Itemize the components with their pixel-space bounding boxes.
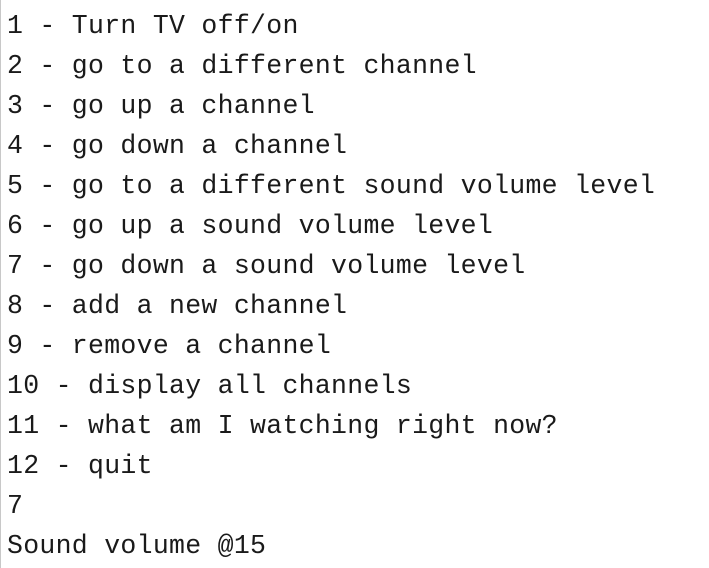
menu-option-5: 5 - go to a different sound volume level bbox=[7, 171, 656, 201]
menu-option-11: 11 - what am I watching right now? bbox=[7, 411, 558, 441]
menu-option-3: 3 - go up a channel bbox=[7, 91, 315, 121]
menu-option-4: 4 - go down a channel bbox=[7, 131, 348, 161]
menu-option-2: 2 - go to a different channel bbox=[7, 51, 477, 81]
menu-option-10: 10 - display all channels bbox=[7, 371, 413, 401]
console-output[interactable]: 1 - Turn TV off/on 2 - go to a different… bbox=[0, 0, 709, 568]
user-input-line: 7 bbox=[7, 491, 24, 521]
menu-option-6: 6 - go up a sound volume level bbox=[7, 211, 494, 241]
console-lines: 1 - Turn TV off/on 2 - go to a different… bbox=[7, 6, 655, 566]
menu-option-9: 9 - remove a channel bbox=[7, 331, 332, 361]
menu-option-1: 1 - Turn TV off/on bbox=[7, 11, 299, 41]
menu-option-7: 7 - go down a sound volume level bbox=[7, 251, 526, 281]
status-output-line: Sound volume @15 bbox=[7, 531, 267, 561]
menu-option-12: 12 - quit bbox=[7, 451, 153, 481]
menu-option-8: 8 - add a new channel bbox=[7, 291, 348, 321]
